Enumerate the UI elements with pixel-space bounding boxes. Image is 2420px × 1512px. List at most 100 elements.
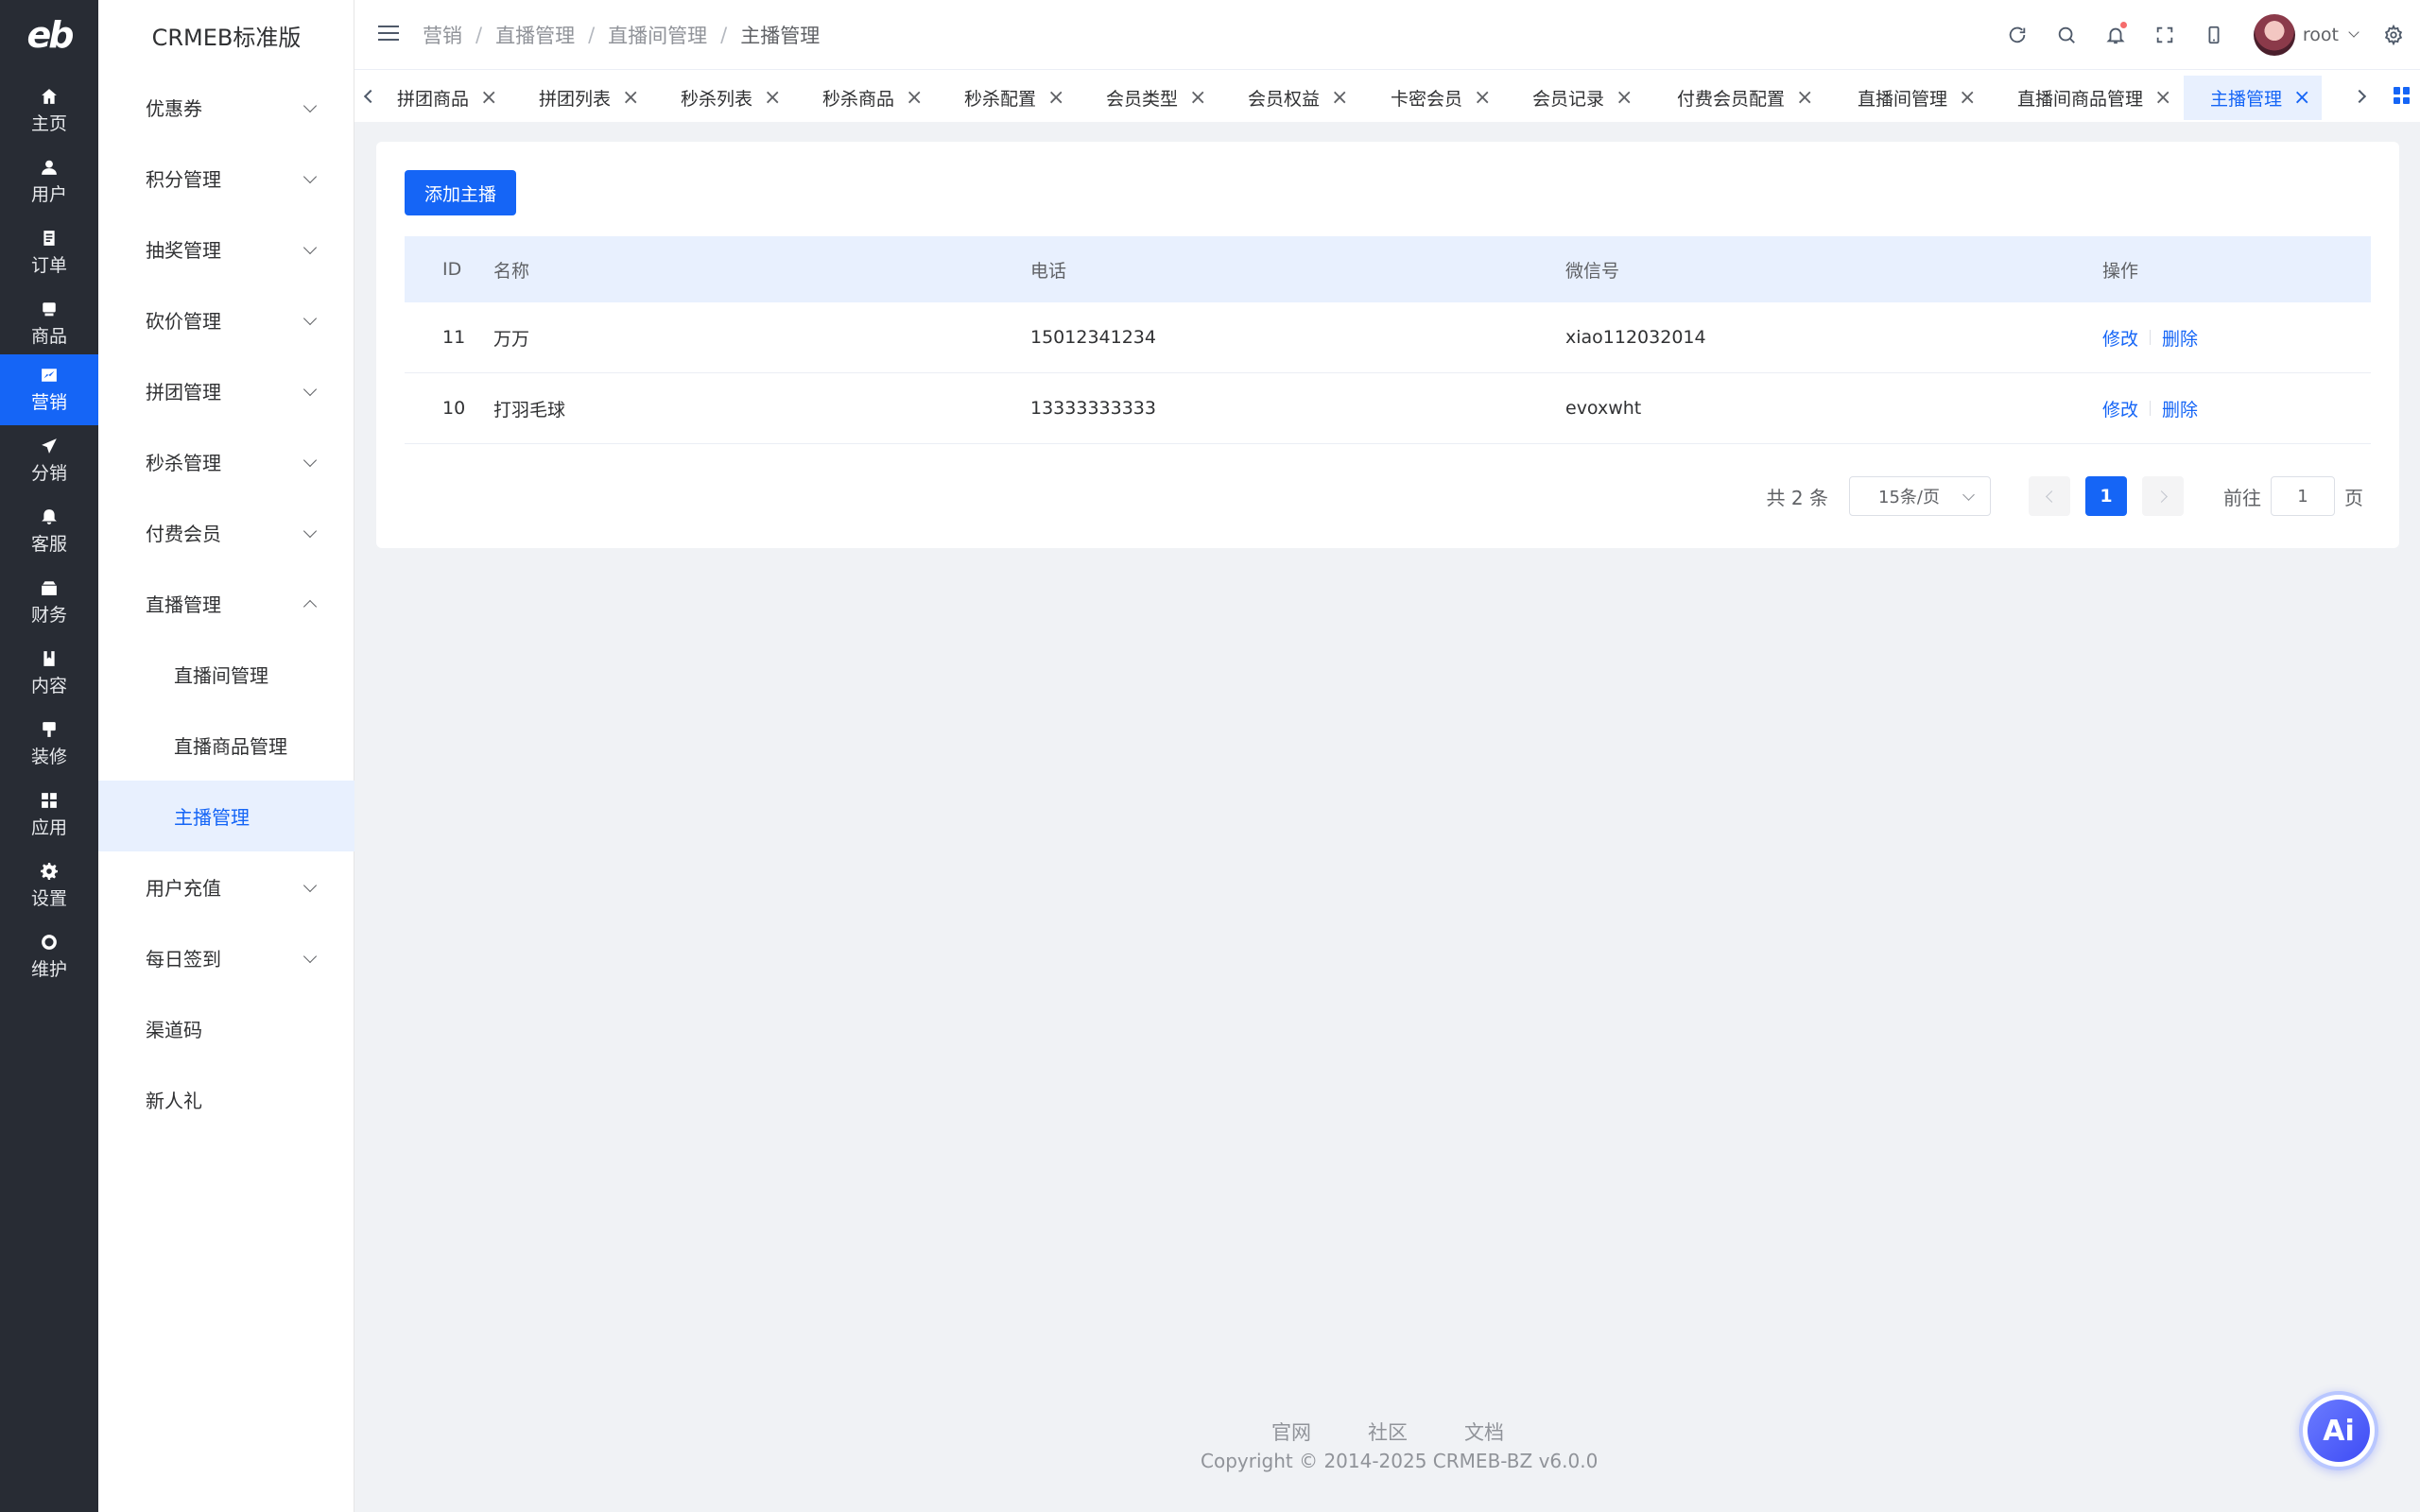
avatar[interactable]	[2253, 14, 2295, 56]
rail-item-goods[interactable]: 商品	[0, 288, 98, 359]
page-number-button[interactable]: 1	[2085, 476, 2127, 516]
chevron-left-icon	[2045, 490, 2058, 503]
marketing-icon	[41, 367, 58, 384]
rail-item-settings[interactable]: 设置	[0, 850, 98, 921]
goto-page-input[interactable]	[2271, 476, 2335, 516]
rail-item-order[interactable]: 订单	[0, 217, 98, 288]
close-icon[interactable]: ×	[1959, 87, 1976, 109]
tab-group-list[interactable]: 拼团列表 ×	[512, 76, 650, 120]
rail-item-home[interactable]: 主页	[0, 76, 98, 146]
user-name[interactable]: root	[2303, 25, 2339, 45]
rail-item-service[interactable]: 客服	[0, 496, 98, 567]
close-icon[interactable]: ×	[906, 87, 923, 109]
close-icon[interactable]: ×	[1189, 87, 1206, 109]
close-icon[interactable]: ×	[764, 87, 781, 109]
chevron-down-icon[interactable]	[2348, 26, 2360, 38]
chevron-down-icon	[302, 382, 318, 396]
menu-item-recharge[interactable]: 用户充值	[98, 851, 354, 922]
close-icon[interactable]: ×	[1047, 87, 1064, 109]
menu-item-points[interactable]: 积分管理	[98, 143, 354, 214]
ai-assistant-button[interactable]: Ai	[2299, 1391, 2378, 1470]
tab-label: 直播间商品管理	[2017, 89, 2144, 110]
refresh-icon[interactable]	[1993, 10, 2042, 60]
prev-page-button[interactable]	[2029, 476, 2070, 516]
decorate-icon	[41, 721, 58, 738]
close-icon[interactable]: ×	[1331, 87, 1348, 109]
menu-item-newcomer-gift[interactable]: 新人礼	[98, 1064, 354, 1135]
tab-member-record[interactable]: 会员记录 ×	[1506, 76, 1644, 120]
tabs-scroll-right-icon[interactable]	[2347, 70, 2376, 122]
tab-seckill-list[interactable]: 秒杀列表 ×	[654, 76, 792, 120]
tab-card-member[interactable]: 卡密会员 ×	[1364, 76, 1502, 120]
bell-icon	[41, 508, 58, 525]
gear-icon[interactable]	[2375, 10, 2412, 60]
menu-label: 直播管理	[146, 593, 221, 616]
apps-icon	[41, 792, 58, 809]
close-icon[interactable]: ×	[1796, 87, 1813, 109]
rail-label: 维护	[30, 958, 67, 980]
footer-link-docs[interactable]: 文档	[1464, 1418, 1504, 1446]
menu-item-live-goods[interactable]: 直播商品管理	[98, 710, 354, 781]
rail-item-apps[interactable]: 应用	[0, 780, 98, 850]
tabs-menu-grid-icon[interactable]	[2394, 87, 2411, 104]
add-anchor-button[interactable]: 添加主播	[405, 170, 516, 215]
menu-item-anchor[interactable]: 主播管理	[98, 781, 354, 851]
footer-link-official[interactable]: 官网	[1271, 1418, 1311, 1446]
rail-item-decorate[interactable]: 装修	[0, 709, 98, 780]
tab-paid-member-config[interactable]: 付费会员配置 ×	[1651, 76, 1824, 120]
notification-bell-icon[interactable]	[2091, 10, 2140, 60]
tab-seckill-config[interactable]: 秒杀配置 ×	[938, 76, 1076, 120]
search-icon[interactable]	[2042, 10, 2091, 60]
column-header: 电话	[1030, 260, 1067, 282]
menu-item-coupon[interactable]: 优惠券	[98, 72, 354, 143]
mobile-preview-icon[interactable]	[2189, 10, 2238, 60]
logo[interactable]: eb	[0, 0, 98, 70]
chevron-down-icon	[302, 311, 318, 325]
next-page-button[interactable]	[2142, 476, 2184, 516]
tab-group-goods[interactable]: 拼团商品 ×	[371, 76, 509, 120]
tab-seckill-goods[interactable]: 秒杀商品 ×	[796, 76, 934, 120]
rail-label: 主页	[30, 112, 67, 134]
menu-item-seckill[interactable]: 秒杀管理	[98, 426, 354, 497]
breadcrumb-item[interactable]: 营销	[423, 21, 462, 49]
close-icon[interactable]: ×	[622, 87, 639, 109]
menu-item-paid-member[interactable]: 付费会员	[98, 497, 354, 568]
menu-item-group[interactable]: 拼团管理	[98, 355, 354, 426]
chevron-down-icon	[302, 524, 318, 538]
menu-item-channel-code[interactable]: 渠道码	[98, 993, 354, 1064]
menu-toggle-icon[interactable]	[378, 26, 399, 43]
close-icon[interactable]: ×	[480, 87, 497, 109]
delete-link[interactable]: 删除	[2162, 396, 2198, 421]
menu-item-lottery[interactable]: 抽奖管理	[98, 214, 354, 284]
close-icon[interactable]: ×	[1474, 87, 1491, 109]
footer-link-community[interactable]: 社区	[1368, 1418, 1408, 1446]
edit-link[interactable]: 修改	[2102, 396, 2138, 421]
close-icon[interactable]: ×	[1616, 87, 1633, 109]
tab-anchor[interactable]: 主播管理 ×	[2184, 76, 2323, 120]
delete-link[interactable]: 删除	[2162, 325, 2198, 351]
rail-item-content[interactable]: 内容	[0, 638, 98, 709]
close-icon[interactable]: ×	[2154, 87, 2171, 109]
rail-item-marketing[interactable]: 营销	[0, 354, 98, 425]
edit-link[interactable]: 修改	[2102, 325, 2138, 351]
menu-item-live-room[interactable]: 直播间管理	[98, 639, 354, 710]
breadcrumb-item[interactable]: 直播间管理	[608, 21, 707, 49]
rail-label: 应用	[30, 816, 67, 838]
tab-member-type[interactable]: 会员类型 ×	[1080, 76, 1218, 120]
menu-item-checkin[interactable]: 每日签到	[98, 922, 354, 993]
tab-live-room-goods[interactable]: 直播间商品管理 ×	[1991, 76, 2183, 120]
tab-live-room[interactable]: 直播间管理 ×	[1831, 76, 1987, 120]
rail-item-finance[interactable]: 财务	[0, 567, 98, 638]
menu-item-live[interactable]: 直播管理	[98, 568, 354, 639]
fullscreen-icon[interactable]	[2140, 10, 2189, 60]
close-icon[interactable]: ×	[2293, 87, 2310, 109]
chevron-down-icon	[302, 98, 318, 112]
menu-item-bargain[interactable]: 砍价管理	[98, 284, 354, 355]
rail-item-user[interactable]: 用户	[0, 146, 98, 217]
rail-item-distribution[interactable]: 分销	[0, 425, 98, 496]
page-size-select[interactable]: 15条/页	[1849, 476, 1991, 516]
menu-label: 付费会员	[146, 523, 221, 545]
tab-member-rights[interactable]: 会员权益 ×	[1221, 76, 1359, 120]
rail-item-maintain[interactable]: 维护	[0, 921, 98, 992]
breadcrumb-item[interactable]: 直播管理	[495, 21, 575, 49]
